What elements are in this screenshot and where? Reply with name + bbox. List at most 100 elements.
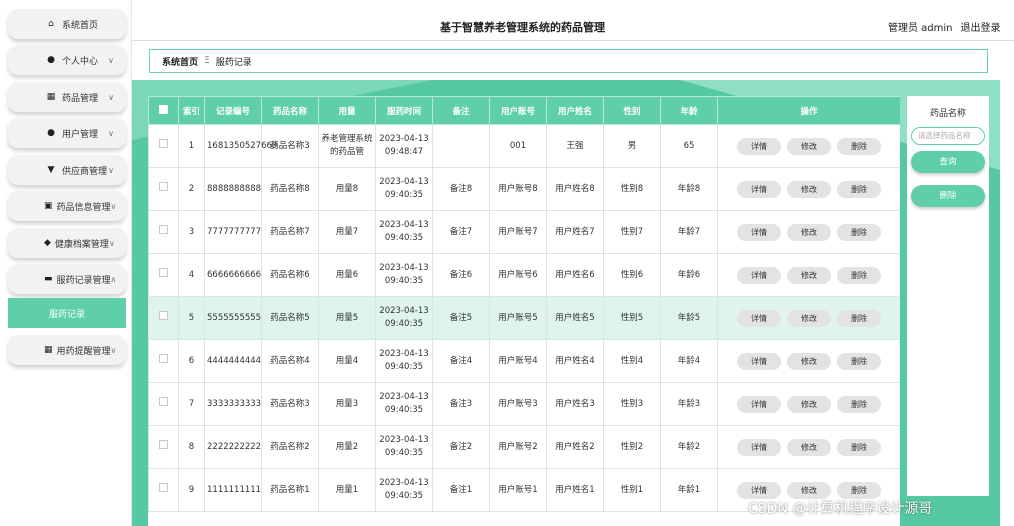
cell-dose: 用量1 — [318, 468, 376, 512]
cell-account: 用户账号7 — [489, 210, 547, 254]
cell-code: 4444444444 — [204, 339, 262, 383]
cell-gender: 性别4 — [603, 339, 661, 383]
cell-account: 用户账号4 — [489, 339, 547, 383]
row-checkbox[interactable] — [148, 296, 179, 340]
content-panel: 索引 记录编号 药品名称 用量 服药时间 备注 用户账号 用户姓名 性别 年龄 … — [132, 80, 1000, 526]
cell-time: 2023-04-13 09:40:35 — [375, 253, 433, 297]
edit-button[interactable]: 修改 — [787, 481, 831, 499]
query-button[interactable]: 查询 — [911, 151, 985, 173]
cell-gender: 性别7 — [603, 210, 661, 254]
edit-button[interactable]: 修改 — [787, 223, 831, 241]
edit-button[interactable]: 修改 — [787, 309, 831, 327]
cell-gender: 性别2 — [603, 425, 661, 469]
row-actions: 详情 修改 删除 — [717, 210, 900, 254]
sidebar-item-user-management[interactable]: ● 用户管理 ∨ — [8, 118, 126, 148]
delete-row-button[interactable]: 删除 — [837, 223, 881, 241]
detail-button[interactable]: 详情 — [737, 223, 781, 241]
cell-drug: 药品名称3 — [261, 382, 319, 426]
cell-drug: 药品名称8 — [261, 167, 319, 211]
detail-button[interactable]: 详情 — [737, 438, 781, 456]
sidebar-subitem-medication-record[interactable]: 服药记录 — [8, 298, 126, 328]
detail-button[interactable]: 详情 — [737, 352, 781, 370]
sidebar-item-label: 个人中心 — [62, 56, 99, 67]
detail-button[interactable]: 详情 — [737, 180, 781, 198]
delete-row-button[interactable]: 删除 — [837, 266, 881, 284]
table-row: 3 7777777777 药品名称7 用量7 2023-04-13 09:40:35 备注… — [148, 210, 900, 254]
detail-button[interactable]: 详情 — [737, 266, 781, 284]
column-header: 药品名称 — [261, 96, 319, 125]
chevron-down-icon: ∨ — [108, 92, 114, 102]
edit-button[interactable]: 修改 — [787, 266, 831, 284]
cell-age: 年龄7 — [660, 210, 718, 254]
cell-dose: 用量5 — [318, 296, 376, 340]
cell-time: 2023-04-13 09:40:35 — [375, 167, 433, 211]
cell-dose: 用量3 — [318, 382, 376, 426]
column-header: 记录编号 — [204, 96, 262, 125]
column-header: 操作 — [717, 96, 900, 125]
delete-button[interactable]: 删除 — [911, 185, 985, 207]
cell-drug: 药品名称1 — [261, 468, 319, 512]
cell-dose: 用量2 — [318, 425, 376, 469]
search-label: 药品名称 — [929, 109, 966, 119]
sidebar-item-label: 供应商管理 — [62, 166, 108, 177]
chevron-down-icon: ∨ — [108, 238, 115, 248]
sidebar-item-label: 用户管理 — [62, 129, 99, 140]
delete-row-button[interactable]: 删除 — [837, 180, 881, 198]
sidebar-item-personal-center[interactable]: ● 个人中心 ∨ — [8, 45, 126, 75]
cell-account: 用户账号6 — [489, 253, 547, 297]
sidebar-item-health-records[interactable]: ◆ 健康档案管理 ∨ — [8, 228, 126, 258]
row-checkbox[interactable] — [148, 382, 179, 426]
row-checkbox[interactable] — [148, 253, 179, 297]
delete-row-button[interactable]: 删除 — [837, 438, 881, 456]
cell-dose: 用量6 — [318, 253, 376, 297]
row-checkbox[interactable] — [148, 124, 179, 168]
delete-row-button[interactable]: 删除 — [837, 481, 881, 499]
row-checkbox[interactable] — [148, 468, 179, 512]
logout-link[interactable]: 退出登录 — [961, 23, 1001, 34]
delete-row-button[interactable]: 删除 — [837, 137, 881, 155]
row-checkbox[interactable] — [148, 425, 179, 469]
select-all-checkbox[interactable] — [148, 96, 179, 125]
sidebar-item-drug-management[interactable]: ▦ 药品管理 ∨ — [8, 82, 126, 112]
column-header: 用量 — [318, 96, 376, 125]
table-row: 6 4444444444 药品名称4 用量4 2023-04-13 09:40:35 备注… — [148, 339, 900, 383]
sidebar-item-medication-reminder[interactable]: ▦ 用药提醒管理 ∨ — [8, 335, 126, 365]
chevron-down-icon: ∨ — [108, 128, 114, 138]
table-row: 7 3333333333 药品名称3 用量3 2023-04-13 09:40:35 备注… — [148, 382, 900, 426]
edit-button[interactable]: 修改 — [787, 180, 831, 198]
breadcrumb: 系统首页 Ξ 服药记录 — [149, 49, 988, 73]
column-header: 备注 — [432, 96, 490, 125]
cell-age: 年龄3 — [660, 382, 718, 426]
detail-button[interactable]: 详情 — [737, 137, 781, 155]
sidebar-item-home[interactable]: ⌂ 系统首页 — [8, 9, 126, 39]
cell-age: 年龄6 — [660, 253, 718, 297]
sidebar-item-medication-records[interactable]: ▬ 服药记录管理 ∧ — [8, 264, 126, 294]
sidebar-item-label: 服药记录管理 — [56, 275, 111, 286]
sidebar-item-supplier-management[interactable]: ▼ 供应商管理 ∨ — [8, 155, 126, 185]
cell-note: 备注1 — [432, 468, 490, 512]
delete-row-button[interactable]: 删除 — [837, 395, 881, 413]
detail-button[interactable]: 详情 — [737, 481, 781, 499]
detail-button[interactable]: 详情 — [737, 395, 781, 413]
row-checkbox[interactable] — [148, 339, 179, 383]
sidebar-item-label: 用药提醒管理 — [56, 346, 111, 357]
delete-row-button[interactable]: 删除 — [837, 352, 881, 370]
drug-name-search-input[interactable]: 请选择药品名称 — [911, 127, 985, 145]
breadcrumb-home[interactable]: 系统首页 — [162, 55, 198, 68]
cell-code: 5555555555 — [204, 296, 262, 340]
cell-age: 年龄1 — [660, 468, 718, 512]
edit-button[interactable]: 修改 — [787, 395, 831, 413]
cell-name: 王强 — [546, 124, 604, 168]
row-checkbox[interactable] — [148, 167, 179, 211]
sidebar: ⌂ 系统首页 ● 个人中心 ∨ ▦ 药品管理 ∨ ● 用户管理 ∨ ▼ 供应商管… — [0, 0, 132, 526]
sidebar-item-drug-info-management[interactable]: ▣ 药品信息管理 ∨ — [8, 191, 126, 221]
row-checkbox[interactable] — [148, 210, 179, 254]
edit-button[interactable]: 修改 — [787, 352, 831, 370]
cell-code: 3333333333 — [204, 382, 262, 426]
edit-button[interactable]: 修改 — [787, 137, 831, 155]
delete-row-button[interactable]: 删除 — [837, 309, 881, 327]
page-title: 基于智慧养老管理系统的药品管理 — [440, 21, 605, 34]
detail-button[interactable]: 详情 — [737, 309, 781, 327]
edit-button[interactable]: 修改 — [787, 438, 831, 456]
cell-index: 6 — [178, 339, 205, 383]
